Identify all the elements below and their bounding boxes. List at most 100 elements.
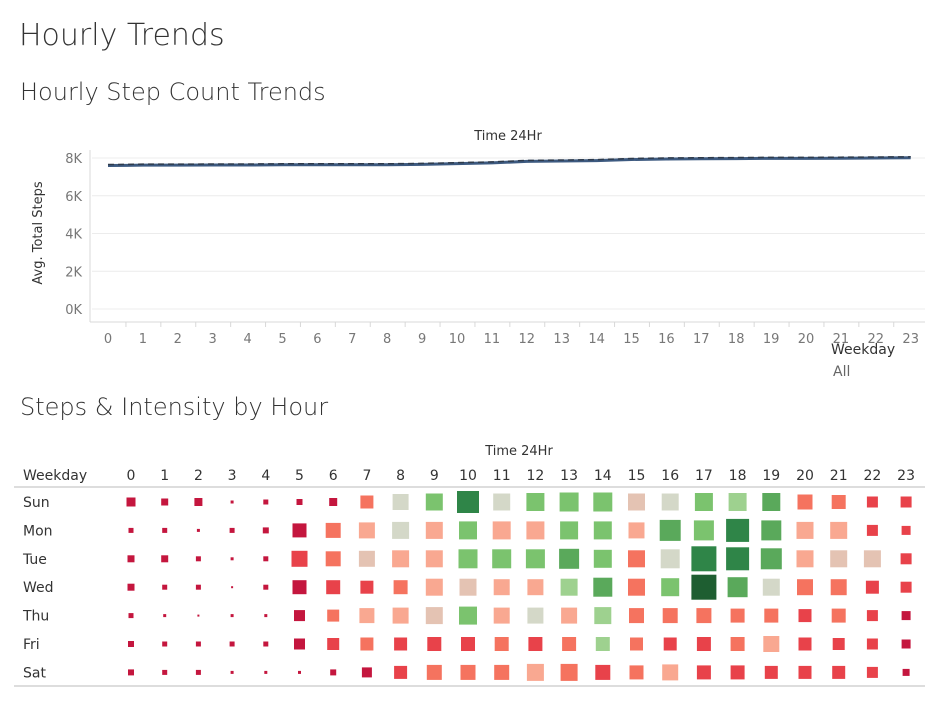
heatmap-cell <box>327 609 340 622</box>
heatmap-cell <box>630 637 643 651</box>
heatmap-cell <box>832 638 845 650</box>
heatmap-cell <box>292 580 307 595</box>
heatmap-column-label: 4 <box>261 468 270 484</box>
heatmap-chart: Time 24HrWeekday 0 1 2 3 4 5 6 7 8 9 10 11 12 13 14 15 16… <box>14 444 925 687</box>
heatmap-cell <box>730 637 745 651</box>
heatmap-cell <box>559 492 579 512</box>
heatmap-cell <box>263 556 269 562</box>
heatmap-cell <box>763 636 780 652</box>
heatmap-cell <box>525 549 545 569</box>
heatmap-column-label: 14 <box>594 468 612 484</box>
heatmap-cell <box>761 520 782 541</box>
heatmap-column-label: 9 <box>430 468 439 484</box>
heatmap-cell <box>392 494 409 510</box>
heatmap-row-label: Mon <box>23 523 53 539</box>
heatmap-column-label: 23 <box>897 468 915 484</box>
heatmap-cell <box>461 637 475 651</box>
heatmap-cell <box>628 522 645 539</box>
heatmap-column-label: 3 <box>228 468 237 484</box>
heatmap-cell <box>796 550 814 568</box>
heatmap-cell <box>593 549 612 568</box>
heatmap-cell <box>358 522 375 539</box>
heatmap-cell <box>762 493 781 511</box>
heatmap-cell <box>797 494 813 510</box>
heatmap-cell <box>762 578 780 596</box>
heatmap-cell <box>662 608 678 624</box>
heatmap-cell <box>562 637 577 651</box>
heatmap-cell <box>195 669 201 675</box>
heatmap-cell <box>296 499 303 505</box>
heatmap-cell <box>866 524 878 536</box>
heatmap-cell <box>594 607 612 625</box>
heatmap-column-label: 10 <box>459 468 477 484</box>
heatmap-x-title: Time 24Hr <box>484 444 553 459</box>
heatmap-cell <box>696 608 712 624</box>
heatmap-cell <box>128 613 134 619</box>
heatmap-column-label: 21 <box>830 468 848 484</box>
heatmap-cell <box>560 521 579 540</box>
heatmap-cell <box>392 607 409 624</box>
heatmap-cell <box>292 523 307 538</box>
heatmap-cell <box>494 637 509 651</box>
heatmap-cell <box>691 546 717 572</box>
heatmap-cell <box>593 492 613 512</box>
heatmap-cell <box>726 547 750 571</box>
heatmap-cell <box>360 580 374 594</box>
heatmap-cell <box>294 610 305 622</box>
heatmap-cell <box>230 614 234 618</box>
heatmap-cell <box>393 580 408 595</box>
heatmap-cell <box>798 665 812 679</box>
heatmap-cell <box>262 527 269 534</box>
heatmap-cell <box>494 664 510 680</box>
heatmap-column-label: 19 <box>762 468 780 484</box>
heatmap-cell <box>291 550 308 567</box>
heatmap-cell <box>527 579 544 596</box>
heatmap-cell <box>161 555 169 563</box>
heatmap-cell <box>360 495 374 509</box>
heatmap-cell <box>231 586 234 589</box>
heatmap-cell <box>425 578 443 596</box>
heatmap-cell <box>528 637 543 651</box>
heatmap-column-label: 1 <box>160 468 169 484</box>
heatmap-cell <box>392 550 410 568</box>
heatmap-column-label: 16 <box>661 468 679 484</box>
heatmap-cell <box>426 664 442 680</box>
heatmap-cell <box>230 557 234 561</box>
heatmap-cell <box>427 637 442 651</box>
heatmap-cell <box>798 609 812 623</box>
heatmap-cell <box>865 580 879 594</box>
heatmap-cell <box>764 608 779 623</box>
heatmap-row-label: Sat <box>23 665 46 681</box>
heatmap-cell <box>730 665 745 680</box>
heatmap-cell <box>230 670 234 674</box>
heatmap-cell <box>902 668 910 676</box>
heatmap-cell <box>458 549 478 569</box>
heatmap-cell <box>831 495 846 509</box>
heatmap-cell <box>359 608 375 624</box>
heatmap-cell <box>425 607 443 625</box>
heatmap-cell <box>595 664 611 680</box>
heatmap-cell <box>127 555 135 563</box>
heatmap-row-label: Thu <box>22 609 49 625</box>
weekday-filter-value[interactable]: All <box>833 364 850 380</box>
heatmap-cell <box>629 665 644 680</box>
heatmap-column-label: 17 <box>695 468 713 484</box>
heatmap-cell <box>163 614 167 618</box>
heatmap-cell <box>900 553 912 565</box>
heatmap-cell <box>161 498 169 506</box>
heatmap-cell <box>830 521 848 539</box>
heatmap-cell <box>559 548 580 569</box>
heatmap-cell <box>264 670 268 674</box>
heatmap-cell <box>629 608 644 624</box>
heatmap-cell <box>360 637 374 651</box>
heatmap-cell <box>661 578 680 597</box>
heatmap-cell <box>730 608 745 623</box>
heatmap-row-header: Weekday <box>23 468 87 484</box>
heatmap-cell <box>264 614 268 618</box>
heatmap-row-label: Tue <box>22 552 47 568</box>
heatmap-cell <box>325 551 341 567</box>
heatmap-cell <box>358 550 375 567</box>
heatmap-cell <box>866 610 878 622</box>
heatmap-cell <box>392 521 410 539</box>
weekday-filter-label: Weekday <box>831 342 896 358</box>
